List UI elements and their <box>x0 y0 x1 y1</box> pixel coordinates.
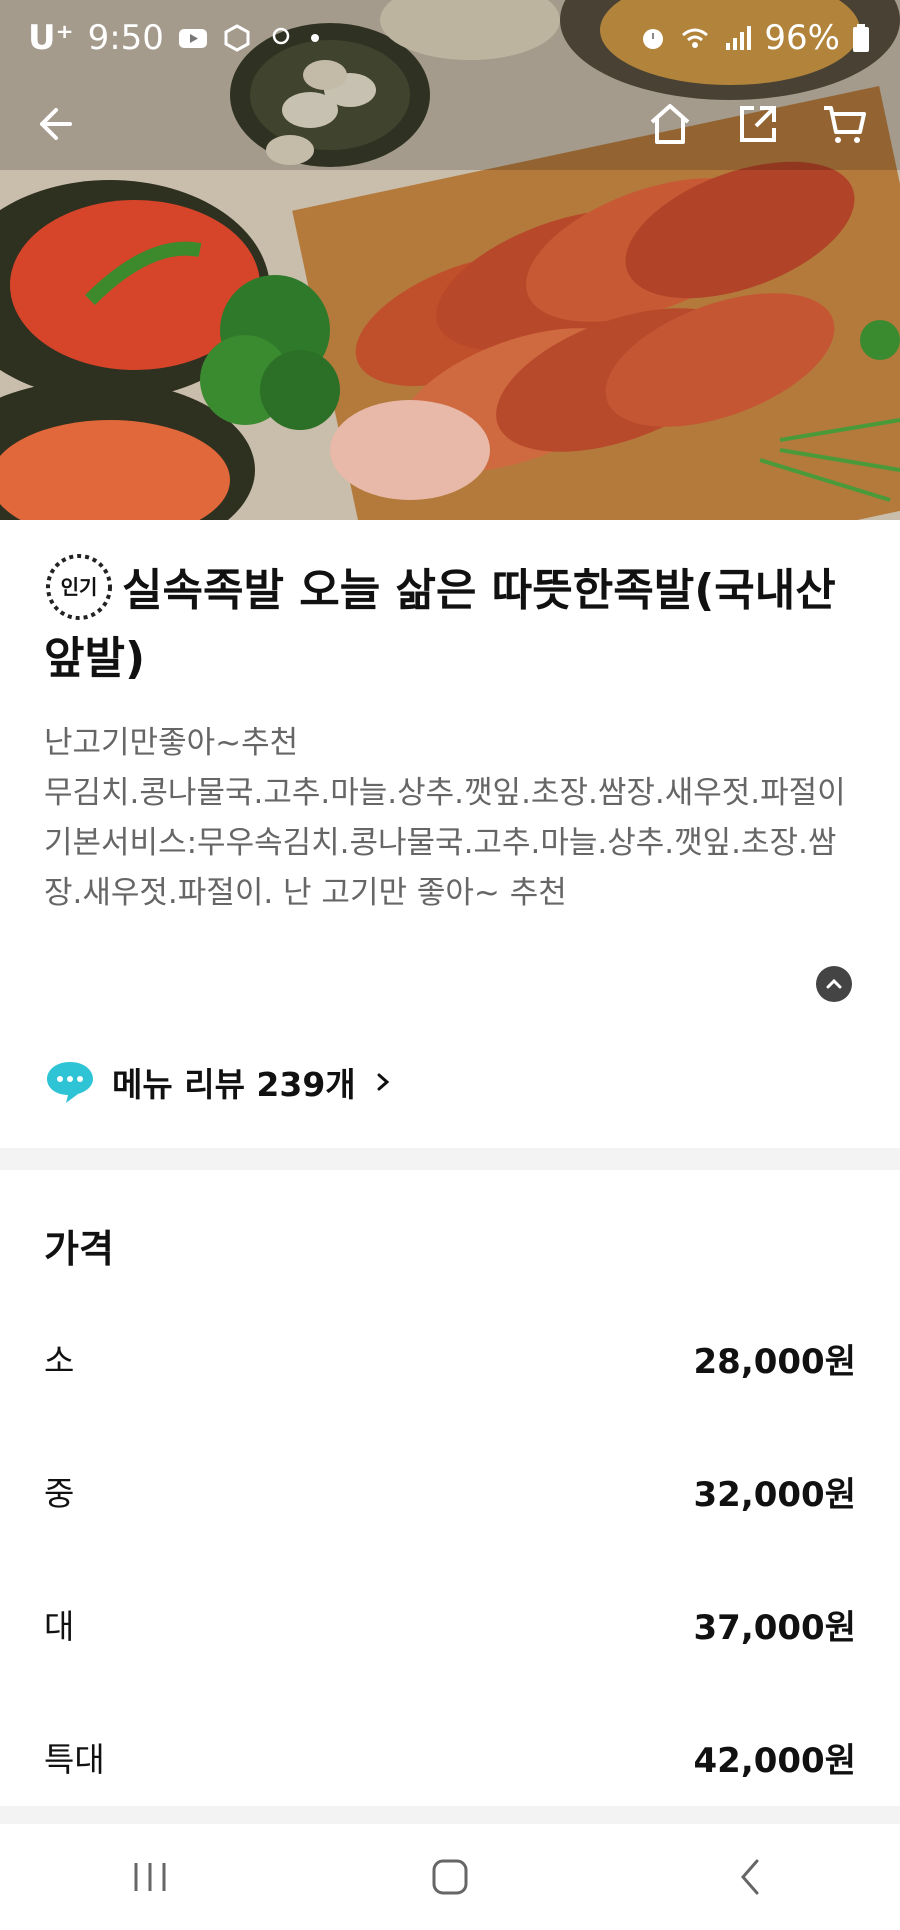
section-divider <box>0 1148 900 1170</box>
price-option-size: 특대 <box>44 1740 105 1779</box>
price-section-title: 가격 <box>44 1227 114 1271</box>
price-option-amount: 37,000원 <box>693 1607 856 1648</box>
section-divider-bottom <box>0 1806 900 1824</box>
cart-button[interactable] <box>816 96 872 152</box>
price-option-row[interactable]: 소 28,000원 <box>44 1318 856 1398</box>
chevron-up-icon <box>826 978 842 989</box>
price-option-row[interactable]: 중 32,000원 <box>44 1451 856 1531</box>
carrier-label: U⁺ <box>28 18 74 58</box>
back-chevron-icon <box>741 1859 759 1895</box>
price-option-size: 대 <box>44 1607 75 1646</box>
home-system-button[interactable] <box>390 1837 510 1917</box>
chat-bubble-icon <box>47 1062 93 1103</box>
price-option-amount: 42,000원 <box>693 1740 856 1781</box>
price-option-amount: 32,000원 <box>693 1474 856 1515</box>
price-option-row[interactable]: 특대 42,000원 <box>44 1717 856 1797</box>
recent-apps-icon <box>134 1863 166 1891</box>
share-icon <box>740 106 776 142</box>
price-option-size: 중 <box>44 1474 75 1513</box>
system-navigation-bar <box>0 1824 900 1930</box>
popular-badge: 인기 <box>44 552 114 622</box>
home-button[interactable] <box>642 96 698 152</box>
product-title: 실속족발 오늘 삶은 따뜻한족발(국내산앞발) <box>44 565 836 684</box>
chevron-right-icon <box>377 1073 389 1091</box>
product-title-block: 인기 실속족발 오늘 삶은 따뜻한족발(국내산앞발) <box>44 554 864 690</box>
alarm-icon <box>643 29 664 49</box>
app-small-icon <box>272 27 290 45</box>
battery-icon <box>853 24 869 52</box>
home-icon <box>650 104 690 144</box>
app-hexagon-icon <box>224 24 250 52</box>
clock: 9:50 <box>87 18 164 58</box>
menu-review-link[interactable]: 메뉴 리뷰 239개 <box>44 1052 394 1112</box>
share-button[interactable] <box>730 96 786 152</box>
recent-apps-button[interactable] <box>90 1837 210 1917</box>
cart-icon <box>824 106 866 143</box>
signal-icon <box>726 26 752 50</box>
back-arrow-icon <box>40 108 72 140</box>
battery-percent: 96% <box>764 18 840 58</box>
price-option-row[interactable]: 대 37,000원 <box>44 1584 856 1664</box>
popular-badge-label: 인기 <box>60 575 98 599</box>
back-system-button[interactable] <box>690 1837 810 1917</box>
product-title-line: 인기 실속족발 오늘 삶은 따뜻한족발(국내산앞발) <box>44 554 864 690</box>
wifi-icon <box>682 28 709 48</box>
collapse-description-button[interactable] <box>816 966 852 1002</box>
youtube-icon <box>178 29 207 48</box>
price-option-amount: 28,000원 <box>693 1341 856 1382</box>
notification-dot-icon <box>310 34 319 42</box>
home-square-icon <box>432 1859 468 1895</box>
product-description: 난고기만좋아~추천 무김치.콩나물국.고추.마늘.상추.깻잎.초장.쌈장.새우젓… <box>44 725 846 911</box>
back-button[interactable] <box>26 96 82 152</box>
menu-review-label: 메뉴 리뷰 239개 <box>112 1065 356 1104</box>
price-option-size: 소 <box>44 1341 75 1380</box>
status-bar: U⁺ 9:50 96% <box>0 0 900 80</box>
